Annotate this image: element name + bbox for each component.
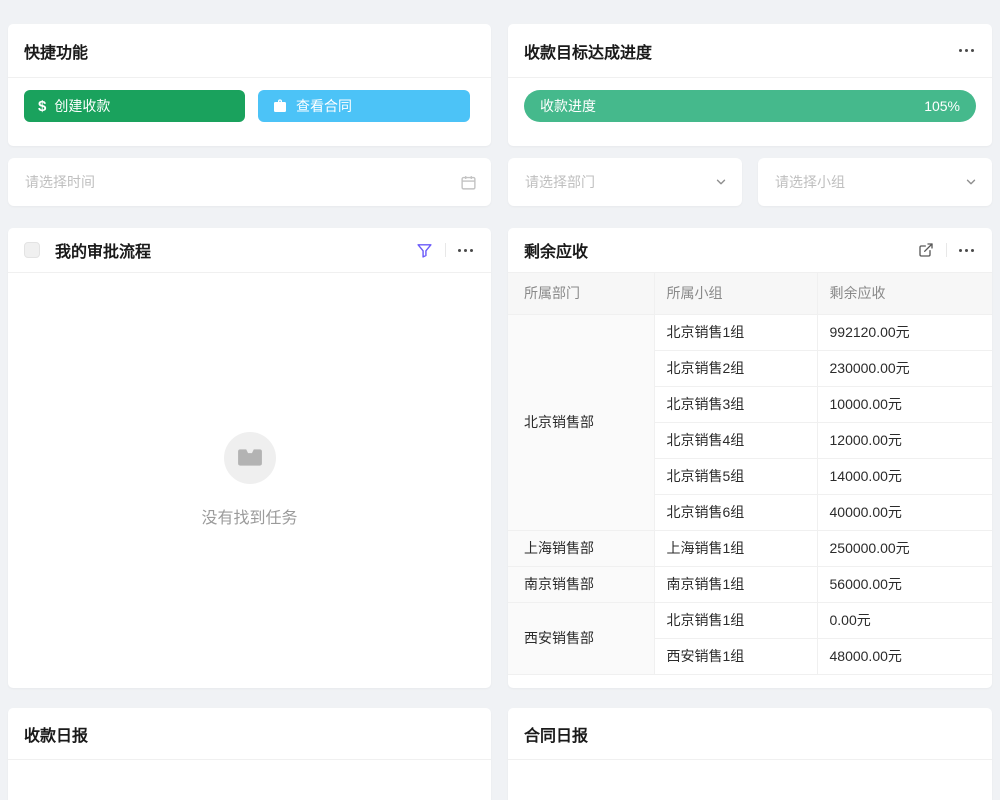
department-select-placeholder: 请选择部门: [525, 172, 714, 192]
group-cell: 北京销售2组: [654, 350, 817, 386]
group-cell: 南京销售1组: [654, 566, 817, 602]
group-cell: 上海销售1组: [654, 530, 817, 566]
department-select[interactable]: 请选择部门: [508, 158, 742, 206]
group-cell: 北京销售1组: [654, 602, 817, 638]
progress-card-title: 收款目标达成进度: [524, 39, 652, 63]
table-row: 上海销售部 上海销售1组 250000.00元: [508, 530, 992, 566]
receivables-card: 剩余应收 所属部门 所属小组 剩余应收 北京销售部 北京销售1组 992120.…: [508, 228, 992, 688]
dollar-icon: $: [38, 98, 46, 115]
contract-daily-title: 合同日报: [524, 722, 588, 746]
time-select-placeholder: 请选择时间: [25, 172, 460, 192]
chevron-down-icon: [964, 175, 978, 189]
col-header-amount: 剩余应收: [817, 273, 992, 314]
group-cell: 北京销售1组: [654, 314, 817, 350]
receivables-title: 剩余应收: [524, 238, 588, 262]
chevron-down-icon: [714, 175, 728, 189]
amount-cell: 14000.00元: [817, 458, 992, 494]
divider: [445, 243, 446, 257]
amount-cell: 0.00元: [817, 602, 992, 638]
approvals-header: 我的审批流程: [8, 228, 491, 273]
payment-daily-header: 收款日报: [8, 708, 491, 760]
amount-cell: 48000.00元: [817, 638, 992, 674]
dept-cell: 上海销售部: [508, 530, 654, 566]
contract-daily-card: 合同日报: [508, 708, 992, 800]
receivables-header: 剩余应收: [508, 228, 992, 273]
dept-cell: 南京销售部: [508, 566, 654, 602]
empty-inbox-circle: [224, 432, 276, 484]
col-header-department: 所属部门: [508, 273, 654, 314]
amount-cell: 250000.00元: [817, 530, 992, 566]
group-select-placeholder: 请选择小组: [775, 172, 964, 192]
create-payment-button[interactable]: $ 创建收款: [24, 90, 245, 122]
table-row: 南京销售部 南京销售1组 56000.00元: [508, 566, 992, 602]
quick-actions-header: 快捷功能: [8, 24, 491, 78]
time-select[interactable]: 请选择时间: [8, 158, 491, 206]
more-icon[interactable]: [957, 45, 976, 56]
amount-cell: 10000.00元: [817, 386, 992, 422]
contract-daily-header: 合同日报: [508, 708, 992, 760]
dept-cell: 西安销售部: [508, 602, 654, 674]
amount-cell: 40000.00元: [817, 494, 992, 530]
payment-daily-card: 收款日报: [8, 708, 491, 800]
briefcase-icon: [272, 98, 288, 114]
approvals-title: 我的审批流程: [55, 238, 151, 262]
group-cell: 北京销售6组: [654, 494, 817, 530]
amount-cell: 230000.00元: [817, 350, 992, 386]
col-header-group: 所属小组: [654, 273, 817, 314]
calendar-icon: [460, 174, 477, 191]
inbox-icon: [237, 447, 263, 469]
quick-actions-card: 快捷功能 $ 创建收款 查看合同: [8, 24, 491, 146]
progress-card: 收款目标达成进度 收款进度 105%: [508, 24, 992, 146]
approvals-empty-state: 没有找到任务: [8, 273, 491, 687]
dept-cell: 北京销售部: [508, 314, 654, 530]
amount-cell: 12000.00元: [817, 422, 992, 458]
group-cell: 北京销售4组: [654, 422, 817, 458]
empty-state-text: 没有找到任务: [201, 504, 297, 528]
table-row: 西安销售部 北京销售1组 0.00元: [508, 602, 992, 638]
amount-cell: 56000.00元: [817, 566, 992, 602]
amount-cell: 992120.00元: [817, 314, 992, 350]
progress-bar-label: 收款进度: [540, 96, 596, 116]
view-contract-label: 查看合同: [296, 96, 352, 116]
approvals-card: 我的审批流程 没有找到任务: [8, 228, 491, 688]
receivables-table: 所属部门 所属小组 剩余应收 北京销售部 北京销售1组 992120.00元 北…: [508, 273, 992, 675]
progress-card-header: 收款目标达成进度: [508, 24, 992, 78]
progress-bar-value: 105%: [924, 98, 960, 114]
payment-progress-bar: 收款进度 105%: [524, 90, 976, 122]
more-icon[interactable]: [957, 245, 976, 256]
more-icon[interactable]: [456, 245, 475, 256]
create-payment-label: 创建收款: [54, 96, 110, 116]
payment-daily-title: 收款日报: [24, 722, 88, 746]
group-cell: 西安销售1组: [654, 638, 817, 674]
group-cell: 北京销售5组: [654, 458, 817, 494]
group-select[interactable]: 请选择小组: [758, 158, 992, 206]
view-contract-button[interactable]: 查看合同: [258, 90, 470, 122]
filter-icon[interactable]: [414, 240, 435, 261]
divider: [946, 243, 947, 257]
external-link-icon[interactable]: [916, 240, 936, 260]
group-cell: 北京销售3组: [654, 386, 817, 422]
table-row: 北京销售部 北京销售1组 992120.00元: [508, 314, 992, 350]
quick-actions-title: 快捷功能: [24, 39, 88, 63]
approvals-checkbox[interactable]: [24, 242, 40, 258]
